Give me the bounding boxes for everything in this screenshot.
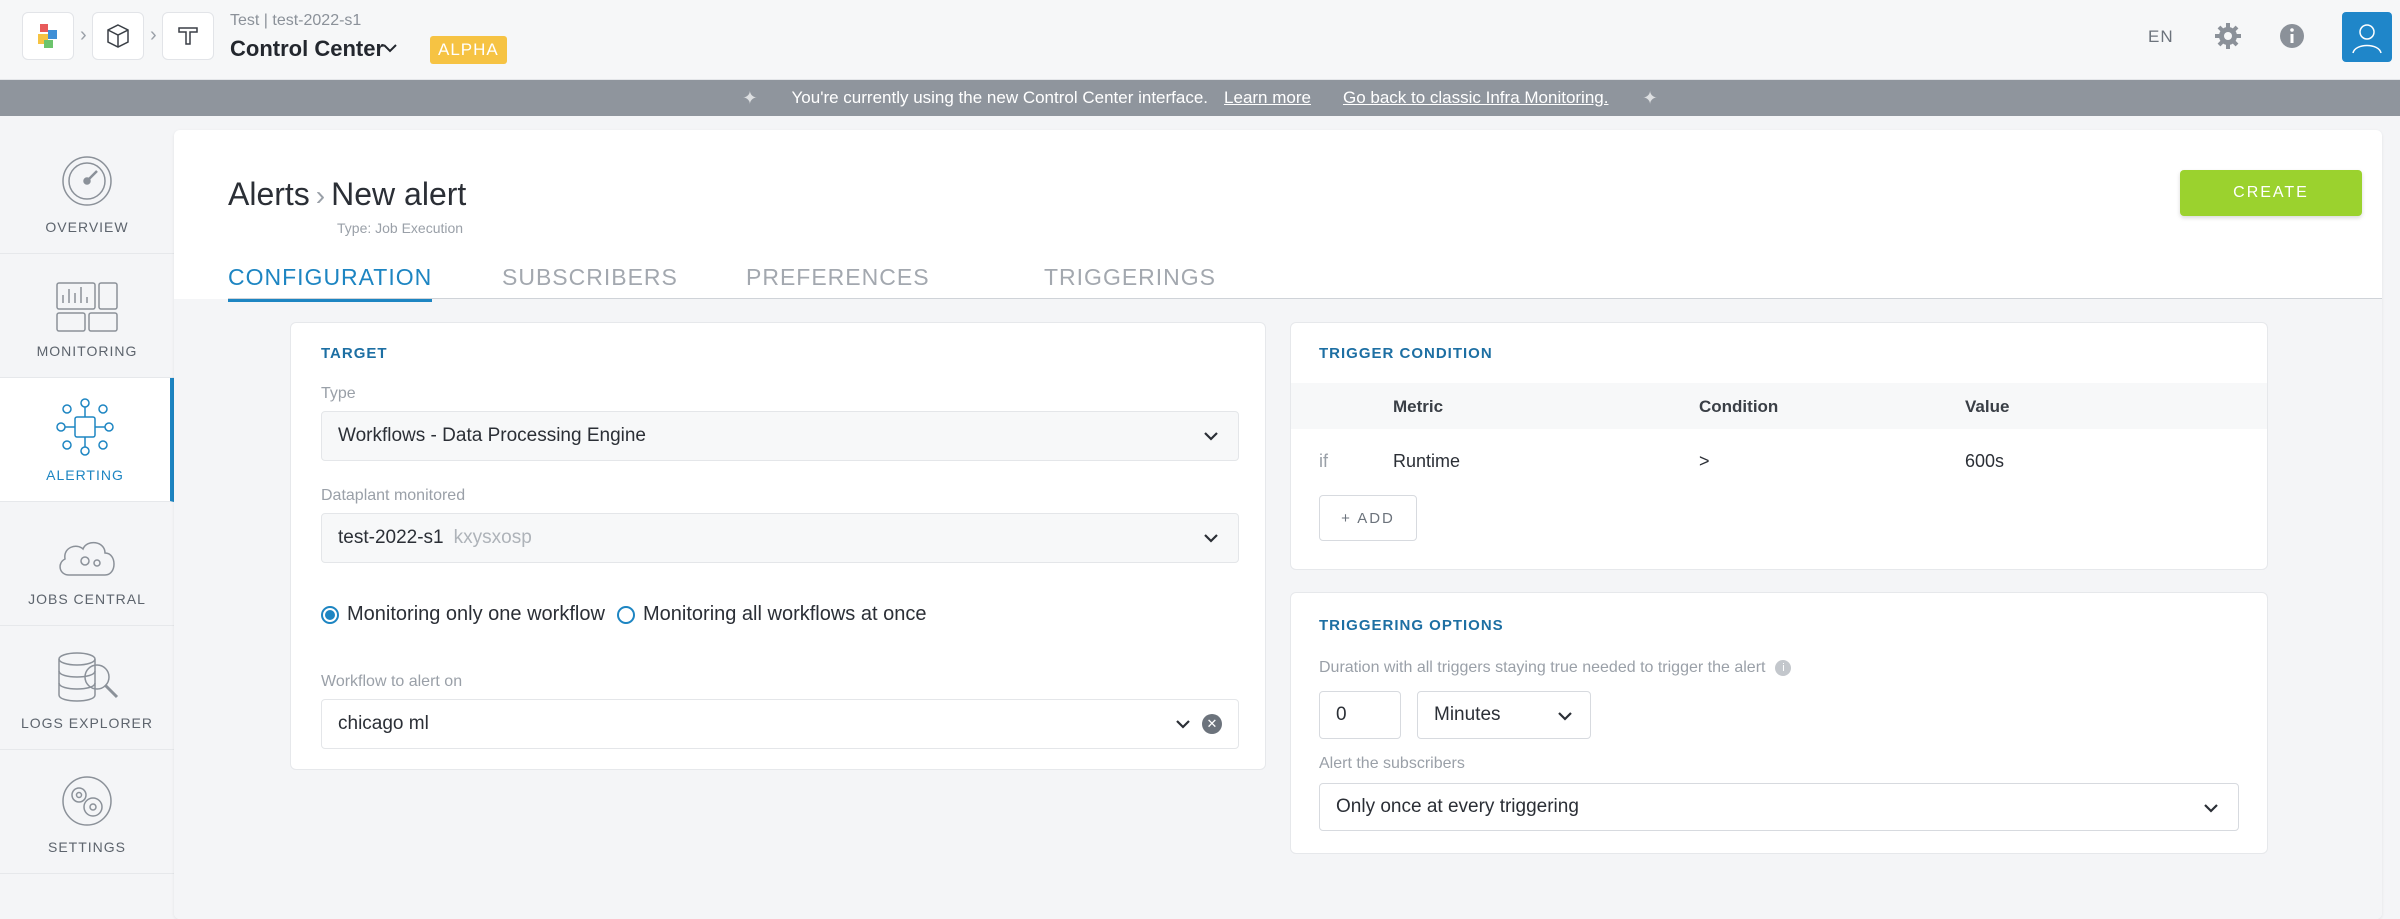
main-panel: Alerts › New alert Type: Job Execution CRE… xyxy=(174,130,2382,919)
project-path: Test | test-2022-s1 xyxy=(230,12,362,29)
dataplant-value: test-2022-s1 xyxy=(338,527,444,548)
add-label: ADD xyxy=(1357,509,1395,527)
radio-all-workflows[interactable]: Monitoring all workflows at once xyxy=(617,603,926,626)
chevron-down-icon[interactable] xyxy=(382,38,398,59)
workflow-label: Workflow to alert on xyxy=(321,673,463,690)
row-condition[interactable]: > xyxy=(1699,451,1710,472)
breadcrumb-chevron-icon: › xyxy=(150,24,157,46)
sidebar-item-alerting[interactable]: ALERTING xyxy=(0,378,174,502)
options-title: TRIGGERING OPTIONS xyxy=(1319,617,1504,634)
sidebar-item-label: ALERTING xyxy=(46,467,124,483)
workflow-select[interactable]: chicago ml ✕ xyxy=(321,699,1239,749)
duration-input[interactable]: 0 xyxy=(1319,691,1401,739)
breadcrumb-alerts[interactable]: Alerts xyxy=(228,176,310,212)
sparkle-icon: ✦ xyxy=(1642,87,1658,108)
duration-label-row: Duration with all triggers staying true … xyxy=(1319,659,1792,677)
trigger-table-header: Metric Condition Value xyxy=(1291,383,2267,429)
dataplatform-logo-icon[interactable] xyxy=(22,12,74,60)
dataplant-id: kxysxosp xyxy=(453,527,532,548)
learn-more-link[interactable]: Learn more xyxy=(1224,88,1311,108)
type-value: Workflows - Data Processing Engine xyxy=(338,425,646,446)
tabs-divider xyxy=(228,298,2382,299)
subscribers-value: Only once at every triggering xyxy=(1336,796,1579,817)
duration-label: Duration with all triggers staying true … xyxy=(1319,659,1766,676)
tab-preferences[interactable]: PREFERENCES xyxy=(746,264,930,299)
alert-type-subtitle: Type: Job Execution xyxy=(337,220,464,236)
top-bar: › › Test | test-2022-s1 Control Center A… xyxy=(0,0,2400,80)
row-metric[interactable]: Runtime xyxy=(1393,451,1460,472)
dataplant-label: Dataplant monitored xyxy=(321,487,466,504)
col-metric: Metric xyxy=(1393,397,1444,416)
page-title: Alerts › New alert xyxy=(228,176,466,213)
language-selector[interactable]: EN xyxy=(2148,27,2174,47)
info-icon[interactable] xyxy=(2276,20,2308,52)
box-icon[interactable] xyxy=(92,12,144,60)
radio-one-workflow[interactable]: Monitoring only one workflow xyxy=(321,603,605,626)
type-label: Type xyxy=(321,385,356,402)
gear-icon[interactable] xyxy=(2212,20,2244,52)
project-title[interactable]: Control Center xyxy=(230,36,384,62)
alert-network-icon xyxy=(56,398,114,456)
radio-checked-icon xyxy=(321,605,339,624)
workflow-value: chicago ml xyxy=(338,713,429,734)
database-search-icon xyxy=(58,652,119,702)
tab-triggerings[interactable]: TRIGGERINGS xyxy=(1044,264,1216,299)
col-condition: Condition xyxy=(1699,397,1779,416)
dataplant-select[interactable]: test-2022-s1 kxysxosp xyxy=(321,513,1239,563)
type-select[interactable]: Workflows - Data Processing Engine xyxy=(321,411,1239,461)
target-card: TARGET Type Workflows - Data Processing … xyxy=(290,322,1266,770)
duration-unit-value: Minutes xyxy=(1434,704,1501,725)
subscribers-select[interactable]: Only once at every triggering xyxy=(1319,783,2239,831)
gauge-icon xyxy=(62,156,112,206)
dashboard-icon xyxy=(56,282,118,332)
sidebar-item-label: SETTINGS xyxy=(47,839,126,855)
sidebar-item-label: OVERVIEW xyxy=(45,219,129,235)
sidebar-item-monitoring[interactable]: MONITORING xyxy=(0,254,174,378)
create-button[interactable]: CREATE xyxy=(2180,170,2362,216)
breadcrumb-chevron-icon: › xyxy=(315,180,326,211)
radio-unchecked-icon xyxy=(617,605,635,624)
gears-icon xyxy=(62,776,112,826)
user-avatar-icon[interactable] xyxy=(2342,12,2392,62)
trigger-condition-card: TRIGGER CONDITION Metric Condition Value… xyxy=(1290,322,2268,570)
classic-monitoring-link[interactable]: Go back to classic Infra Monitoring. xyxy=(1343,88,1609,108)
chevron-down-icon xyxy=(1202,526,1220,556)
cloud-jobs-icon xyxy=(59,541,115,576)
col-value: Value xyxy=(1965,397,2010,416)
chevron-down-icon xyxy=(1556,704,1574,734)
tab-configuration[interactable]: CONFIGURATION xyxy=(228,264,433,302)
clear-icon[interactable]: ✕ xyxy=(1202,714,1222,734)
subscribers-label: Alert the subscribers xyxy=(1319,755,1465,772)
alpha-badge: ALPHA xyxy=(430,36,507,64)
banner-text: You're currently using the new Control C… xyxy=(791,88,1209,107)
sidebar-item-label: JOBS CENTRAL xyxy=(28,591,146,607)
add-condition-button[interactable]: + ADD xyxy=(1319,495,1417,541)
row-if: if xyxy=(1319,451,1328,471)
sidebar: OVERVIEW MONITORING ALERTING JOBS CENTRA… xyxy=(0,130,174,919)
chevron-down-icon xyxy=(1202,424,1220,454)
target-title: TARGET xyxy=(321,345,388,362)
sparkle-icon: ✦ xyxy=(742,87,758,108)
row-value[interactable]: 600s xyxy=(1965,451,2004,472)
breadcrumb-new-alert: New alert xyxy=(331,176,467,212)
triggering-options-card: TRIGGERING OPTIONS Duration with all tri… xyxy=(1290,592,2268,854)
sidebar-item-settings[interactable]: SETTINGS xyxy=(0,750,174,874)
sidebar-item-logs-explorer[interactable]: LOGS EXPLORER xyxy=(0,626,174,750)
info-icon[interactable]: i xyxy=(1775,659,1792,676)
sidebar-item-jobs-central[interactable]: JOBS CENTRAL xyxy=(0,502,174,626)
plus-icon: + xyxy=(1341,509,1358,527)
interface-banner: ✦ You're currently using the new Control… xyxy=(0,80,2400,116)
trigger-title: TRIGGER CONDITION xyxy=(1319,345,1493,362)
sidebar-item-label: LOGS EXPLORER xyxy=(20,715,154,731)
duration-unit-select[interactable]: Minutes xyxy=(1417,691,1591,739)
radio-all-label: Monitoring all workflows at once xyxy=(643,603,927,625)
chevron-down-icon xyxy=(1174,712,1192,742)
pipeline-icon[interactable] xyxy=(162,12,214,60)
radio-one-label: Monitoring only one workflow xyxy=(347,603,605,625)
sidebar-item-label: MONITORING xyxy=(36,343,138,359)
sidebar-item-overview[interactable]: OVERVIEW xyxy=(0,130,174,254)
chevron-down-icon xyxy=(2202,796,2220,826)
tab-subscribers[interactable]: SUBSCRIBERS xyxy=(502,264,678,299)
breadcrumb-chevron-icon: › xyxy=(80,24,87,46)
